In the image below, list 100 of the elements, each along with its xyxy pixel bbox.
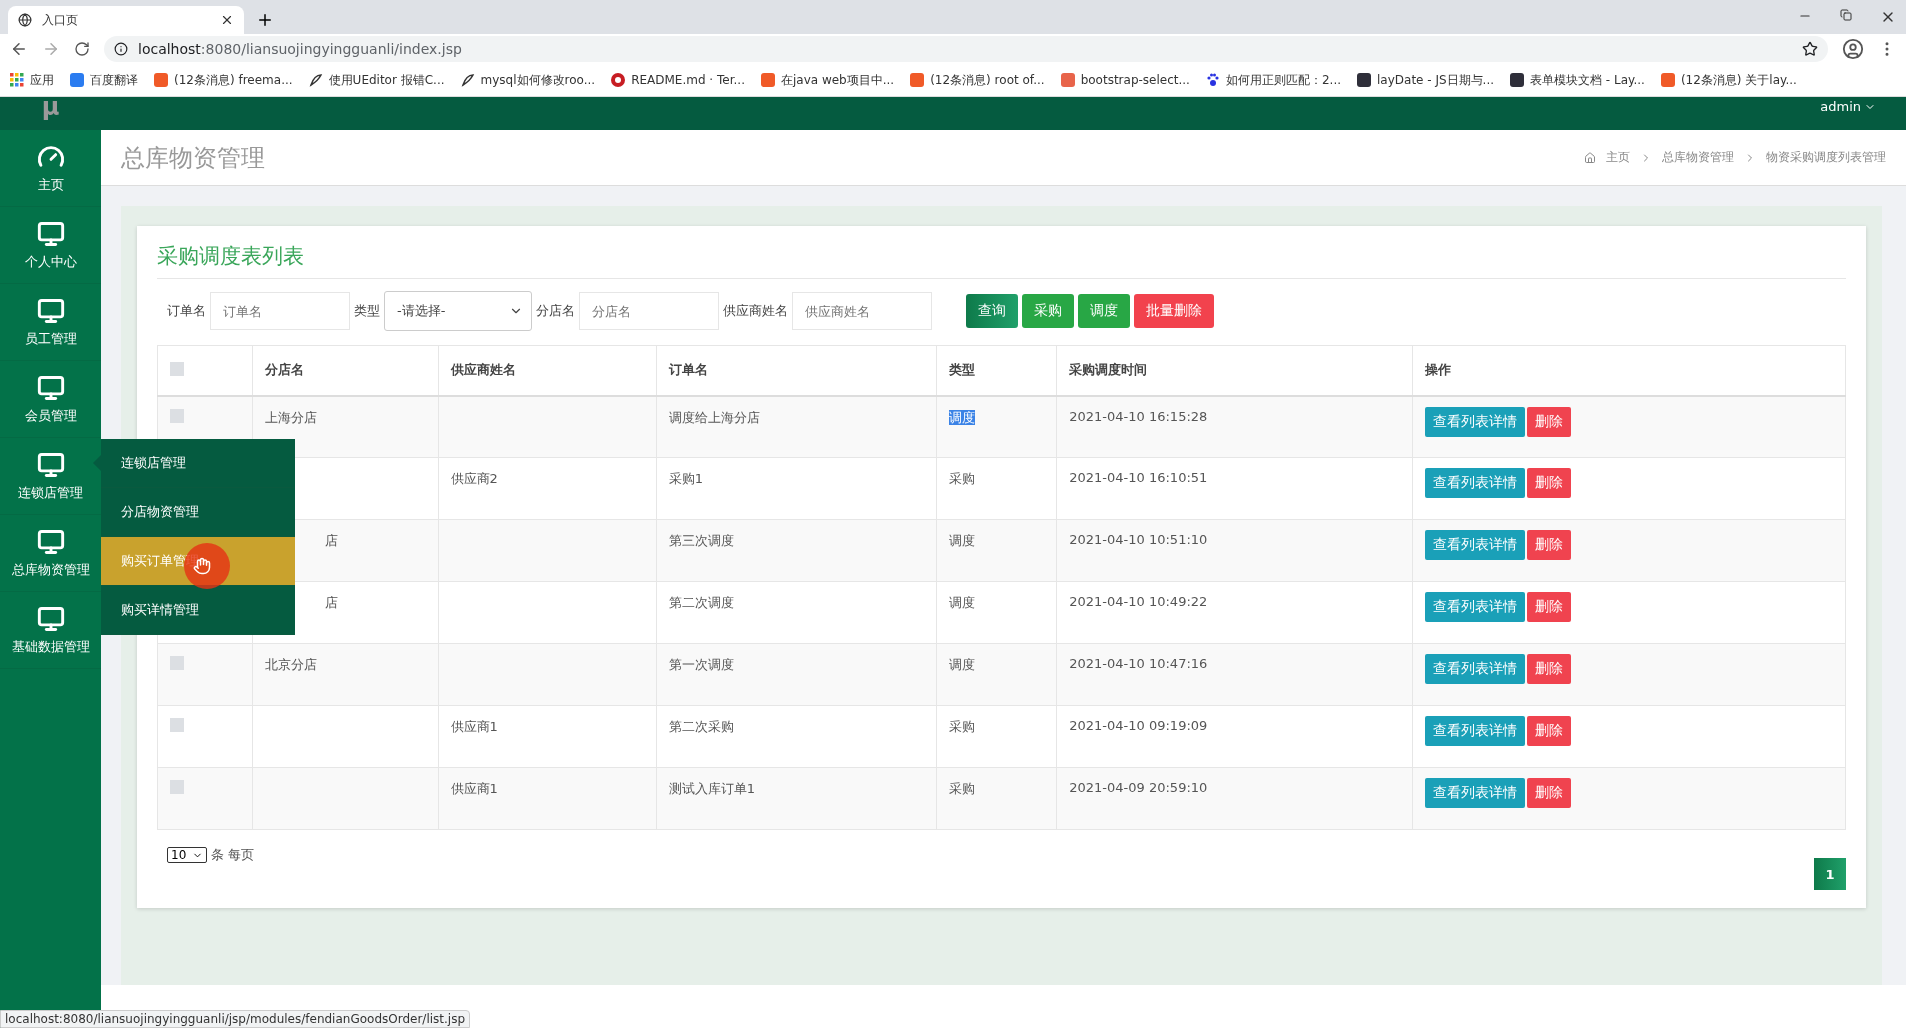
bookmark-link[interactable]: 在java web项目中... (780, 71, 895, 89)
page-button[interactable]: 1 (1814, 858, 1846, 890)
monitor-icon (36, 219, 65, 248)
filter-input[interactable]: 订单名 (210, 292, 350, 330)
breadcrumb-link[interactable]: 物资采购调度列表管理 (1766, 149, 1886, 166)
monitor-icon (36, 527, 65, 556)
bookmark-link[interactable]: 百度翻译 (90, 71, 138, 89)
delete-button[interactable]: 删除 (1527, 530, 1572, 560)
sidebar-item[interactable]: 个人中心 (0, 207, 101, 284)
bookmark-link[interactable]: (12条消息) root of... (930, 71, 1045, 89)
table-cell: 2021-04-10 10:47:16 (1069, 656, 1208, 671)
bookmark-link[interactable]: 如何用正则匹配：2... (1225, 71, 1341, 89)
delete-button[interactable]: 删除 (1527, 778, 1572, 808)
checkbox[interactable] (170, 408, 184, 423)
table-cell: 2021-04-10 09:19:09 (1069, 718, 1208, 733)
table-cell: 采购1 (668, 470, 704, 488)
browser-tab[interactable]: 入口页 (8, 6, 244, 34)
feather-icon (460, 73, 475, 87)
bookmark-link[interactable]: mysql如何修改roo... (480, 71, 596, 89)
table-cell: 第二次调度 (668, 594, 734, 612)
details-button[interactable]: 查看列表详情 (1425, 654, 1526, 684)
details-button[interactable]: 查看列表详情 (1425, 592, 1526, 622)
submenu-item[interactable]: 购买详情管理 (101, 586, 295, 635)
table-cell: 供应商2 (450, 470, 498, 488)
filter-input[interactable]: 供应商姓名 (792, 292, 932, 330)
table-cell: 调度 (948, 409, 975, 425)
table-cell: 第二次采购 (668, 718, 734, 736)
details-button[interactable]: 查看列表详情 (1425, 530, 1526, 560)
translate-icon (70, 73, 84, 87)
details-button[interactable]: 查看列表详情 (1425, 716, 1526, 746)
action-button[interactable]: 调度 (1078, 294, 1130, 328)
delete-button[interactable]: 删除 (1527, 654, 1572, 684)
checkbox[interactable] (170, 718, 184, 732)
table-cell: 2021-04-10 16:15:28 (1069, 408, 1208, 424)
table-cell: 调度 (948, 533, 975, 548)
sidebar-item[interactable]: 员工管理 (0, 284, 101, 361)
bookmark-link[interactable]: layDate - JS日期与... (1377, 71, 1495, 89)
bookmark-link[interactable]: 使用UEditor 报错C... (328, 71, 445, 89)
submenu-item[interactable]: 连锁店管理 (101, 439, 295, 488)
column-header: 操作 (1412, 345, 1846, 396)
action-button[interactable]: 查询 (966, 294, 1018, 328)
column-header: 供应商姓名 (438, 345, 657, 396)
monitor-icon (36, 450, 65, 479)
filter-label: 订单名 (167, 302, 206, 320)
delete-button[interactable]: 删除 (1527, 406, 1572, 437)
details-button[interactable]: 查看列表详情 (1425, 778, 1526, 808)
star-icon[interactable] (1802, 41, 1818, 57)
c-logo-icon (1660, 73, 1675, 87)
checkbox[interactable] (170, 361, 184, 376)
profile-icon[interactable] (1842, 38, 1864, 60)
details-button[interactable]: 查看列表详情 (1425, 468, 1526, 498)
type-select[interactable]: -请选择- (384, 291, 532, 331)
bookmark-link[interactable]: 应用 (30, 71, 54, 89)
apps-grid-icon (10, 73, 24, 87)
table-cell: 店 (325, 594, 339, 612)
reload-icon[interactable] (74, 41, 90, 57)
sidebar-item[interactable]: 会员管理 (0, 361, 101, 438)
close-icon[interactable] (220, 13, 234, 27)
g-logo-icon (611, 73, 626, 87)
bookmark-link[interactable]: (12条消息) freema... (174, 71, 293, 89)
address-bar[interactable]: localhost:8080/liansuojingyingguanli/index.jsp (104, 36, 1828, 62)
table-cell: 供应商1 (450, 718, 498, 736)
table-cell: 调度 (948, 657, 975, 672)
breadcrumb-link[interactable]: 主页 (1606, 149, 1630, 166)
user-menu[interactable]: admin (1820, 99, 1876, 114)
sidebar-item[interactable]: 基础数据管理 (0, 592, 101, 669)
table-cell: 2021-04-10 16:10:51 (1069, 470, 1208, 485)
site-logo-icon (1060, 73, 1075, 87)
details-button[interactable]: 查看列表详情 (1425, 406, 1526, 437)
checkbox[interactable] (170, 780, 184, 794)
checkbox[interactable] (170, 656, 184, 670)
status-url: localhost:8080/liansuojingyingguanli/jsp/modules/fendianGoodsOrder/list.jsp (0, 1010, 471, 1028)
logo: μ (0, 97, 101, 130)
c-logo-icon (154, 73, 168, 87)
breadcrumb-link[interactable]: 总库物资管理 (1662, 149, 1734, 166)
page-title: 总库物资管理 (121, 142, 265, 174)
bookmark-link[interactable]: 表单模块文档 - Lay... (1530, 71, 1645, 89)
delete-button[interactable]: 删除 (1527, 592, 1572, 622)
action-button[interactable]: 采购 (1022, 294, 1074, 328)
column-header: 分店名 (252, 345, 439, 396)
action-button[interactable]: 批量删除 (1134, 294, 1214, 328)
delete-button[interactable]: 删除 (1527, 468, 1572, 498)
back-icon[interactable] (10, 40, 28, 58)
delete-button[interactable]: 删除 (1527, 716, 1572, 746)
bookmark-link[interactable]: bootstrap-select... (1080, 73, 1190, 87)
table-cell: 第一次调度 (668, 656, 734, 674)
filter-label: 分店名 (536, 302, 575, 320)
restore-icon[interactable] (1840, 9, 1852, 21)
new-tab-icon[interactable] (256, 11, 274, 29)
layui-logo-icon (1357, 73, 1371, 87)
bookmark-link[interactable]: README.md · Ter... (631, 73, 745, 87)
bookmark-link[interactable]: (12条消息) 关于lay... (1680, 71, 1797, 89)
page-size-select[interactable]: 10 (167, 847, 208, 863)
c-logo-icon (760, 73, 775, 87)
filter-input[interactable]: 分店名 (579, 292, 719, 330)
column-header: 采购调度时间 (1056, 345, 1413, 396)
home-icon (1584, 151, 1596, 164)
table-cell: 测试入库订单1 (668, 780, 756, 798)
table-cell: 2021-04-10 10:51:10 (1069, 532, 1208, 547)
table-cell: 上海分店 (265, 408, 318, 427)
